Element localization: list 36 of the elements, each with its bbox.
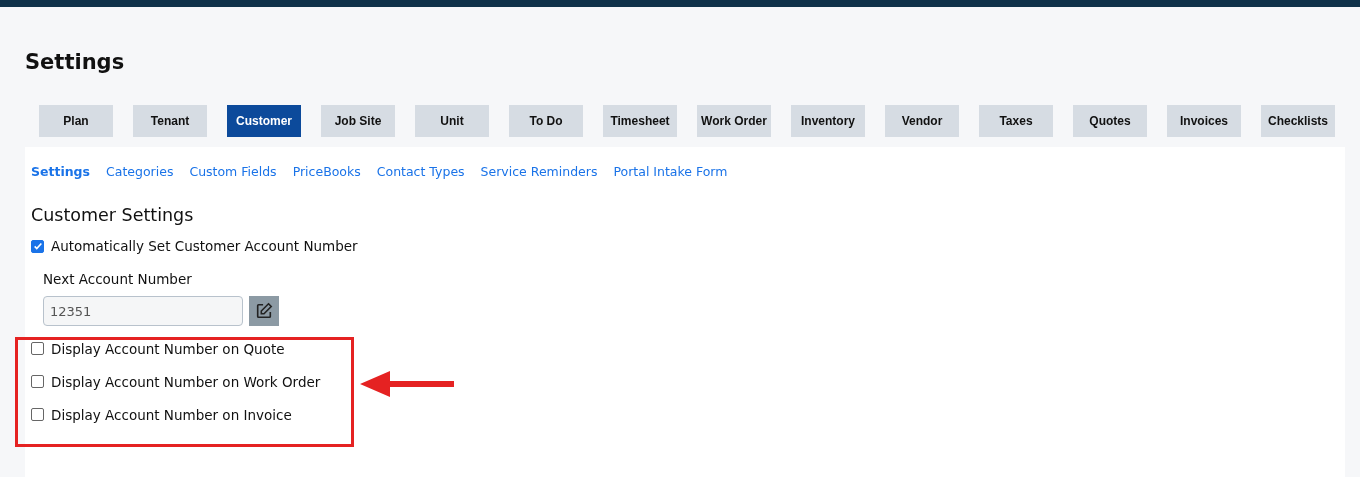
page-title: Settings [25,49,126,76]
sub-tab-link[interactable]: Categories [106,164,174,179]
arrow-icon [360,371,454,397]
tab[interactable]: Checklists [1261,105,1335,137]
field-label: Next Account Number [43,271,193,287]
tab[interactable]: Plan [39,105,113,137]
tab[interactable]: Vendor [885,105,959,137]
edit-button[interactable] [249,296,279,326]
checkbox-label: Display Account Number on Invoice [51,406,292,423]
tab[interactable]: Timesheet [603,105,677,137]
checkbox-label: Display Account Number on Quote [51,340,285,357]
tab[interactable]: Quotes [1073,105,1147,137]
sub-tab-link[interactable]: Settings [31,164,90,179]
tab[interactable]: Inventory [791,105,865,137]
tab[interactable]: Job Site [321,105,395,137]
tab[interactable]: Customer [227,105,301,137]
checkbox[interactable] [31,239,44,253]
checkbox-label: Display Account Number on Work Order [51,373,321,390]
checkbox[interactable] [31,375,44,388]
sub-tab-link[interactable]: Contact Types [376,164,465,179]
tab[interactable]: Unit [415,105,489,137]
sub-tab-link[interactable]: PriceBooks [292,164,361,179]
checkbox-label: Automatically Set Customer Account Number [51,238,358,254]
checkbox[interactable] [31,408,44,421]
checkbox[interactable] [31,342,44,355]
section-title: Customer Settings [31,205,195,225]
sub-tab-link[interactable]: Custom Fields [189,164,277,179]
sub-tab-link[interactable]: Service Reminders [480,164,598,179]
tab[interactable]: Tenant [133,105,207,137]
tab[interactable]: Work Order [697,105,771,137]
sub-tab-link[interactable]: Portal Intake Form [613,164,728,179]
edit-icon [255,302,273,320]
tab[interactable]: Taxes [979,105,1053,137]
tab[interactable]: To Do [509,105,583,137]
account-number-field[interactable]: 12351 [43,296,243,326]
tab[interactable]: Invoices [1167,105,1241,137]
